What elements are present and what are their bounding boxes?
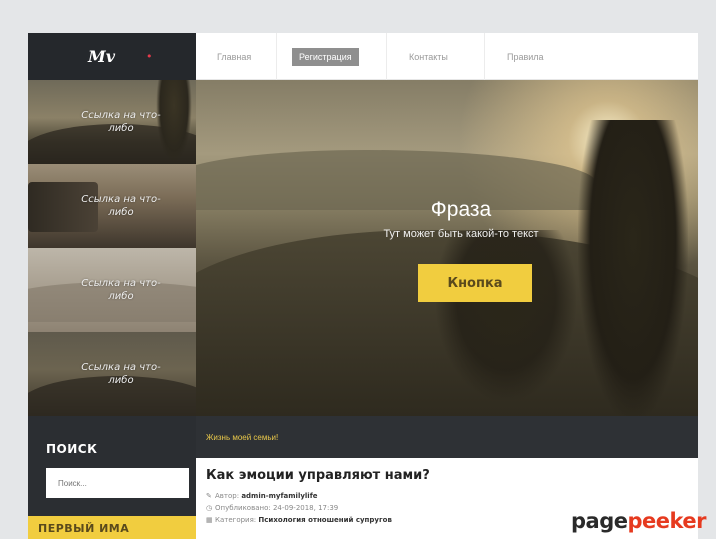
sidebar-block-title: ПЕРВЫЙ ИМА (38, 522, 130, 535)
thumbnail-label: Ссылка на что-либо (81, 278, 161, 302)
sidebar-block: ПЕРВЫЙ ИМА (28, 516, 196, 539)
thumbnail-link-3[interactable]: Ссылка на что-либо (28, 248, 196, 332)
hero-image-big-tree (578, 120, 688, 416)
main-nav: Главная Регистрация Контакты Правила (196, 33, 698, 80)
nav-divider (276, 33, 277, 80)
hero-button[interactable]: Кнопка (418, 264, 532, 302)
nav-item-label: Контакты (409, 51, 448, 62)
published-date: 24-09-2018, 17:39 (272, 504, 339, 512)
hero-banner: Фраза Тут может быть какой-то текст Кноп… (196, 80, 698, 416)
nav-item-rules[interactable]: Правила (500, 33, 551, 80)
thumbnail-link-2[interactable]: Ссылка на что-либо (28, 164, 196, 248)
hero-subtitle: Тут может быть какой-то текст (383, 228, 539, 240)
category-name[interactable]: Психология отношений супругов (258, 516, 391, 524)
nav-divider (484, 33, 485, 80)
hero-title: Фраза (430, 198, 492, 221)
calendar-icon: ▦ (206, 516, 213, 524)
search-input[interactable] (46, 468, 189, 498)
hero-image-trees (436, 230, 576, 400)
published-label: Опубликовано: (215, 504, 271, 512)
pagepeeker-watermark: pagepeeker (570, 509, 707, 533)
category-label: Категория: (215, 516, 257, 524)
nav-item-label: Главная (217, 51, 252, 62)
thumbnail-link-4[interactable]: Ссылка на что-либо (28, 332, 196, 416)
thumbnail-image-tree (156, 80, 192, 164)
thumbnail-link-1[interactable]: Ссылка на что-либо (28, 80, 196, 164)
nav-divider (386, 33, 387, 80)
breadcrumb[interactable]: Жизнь моей семьи! (206, 433, 278, 442)
logo-text: Mv (88, 47, 116, 66)
watermark-part1: page (570, 509, 628, 533)
article-title[interactable]: Как эмоции управляют нами? (206, 468, 430, 483)
nav-item-label: Регистрация (292, 47, 359, 66)
pencil-icon: ✎ (206, 492, 212, 500)
nav-item-home[interactable]: Главная (210, 33, 258, 80)
thumbnail-label: Ссылка на что-либо (81, 110, 161, 134)
logo-dot-icon: • (146, 50, 153, 63)
search-title: ПОИСК (46, 442, 98, 456)
breadcrumb-bar: Жизнь моей семьи! (196, 416, 698, 458)
logo[interactable]: Mv • (28, 33, 196, 80)
author-label: Автор: (215, 492, 240, 500)
nav-item-contacts[interactable]: Контакты (402, 33, 455, 80)
thumbnail-label: Ссылка на что-либо (81, 194, 161, 218)
clock-icon: ◷ (206, 504, 213, 512)
nav-item-registration[interactable]: Регистрация (292, 33, 359, 80)
article-category: ▦ Категория: Психология отношений супруго… (206, 516, 392, 524)
watermark-part2: peeker (627, 509, 706, 533)
sidebar: ПОИСК ПЕРВЫЙ ИМА (28, 416, 196, 539)
article-author: ✎ Автор: admin-myfamilylife (206, 492, 318, 500)
article-published: ◷ Опубликовано: 24-09-2018, 17:39 (206, 504, 338, 512)
thumbnail-label: Ссылка на что-либо (81, 362, 161, 386)
author-name[interactable]: admin-myfamilylife (241, 492, 317, 500)
page-frame: Mv • Главная Регистрация Контакты Правил… (28, 33, 698, 539)
nav-item-label: Правила (507, 51, 544, 62)
